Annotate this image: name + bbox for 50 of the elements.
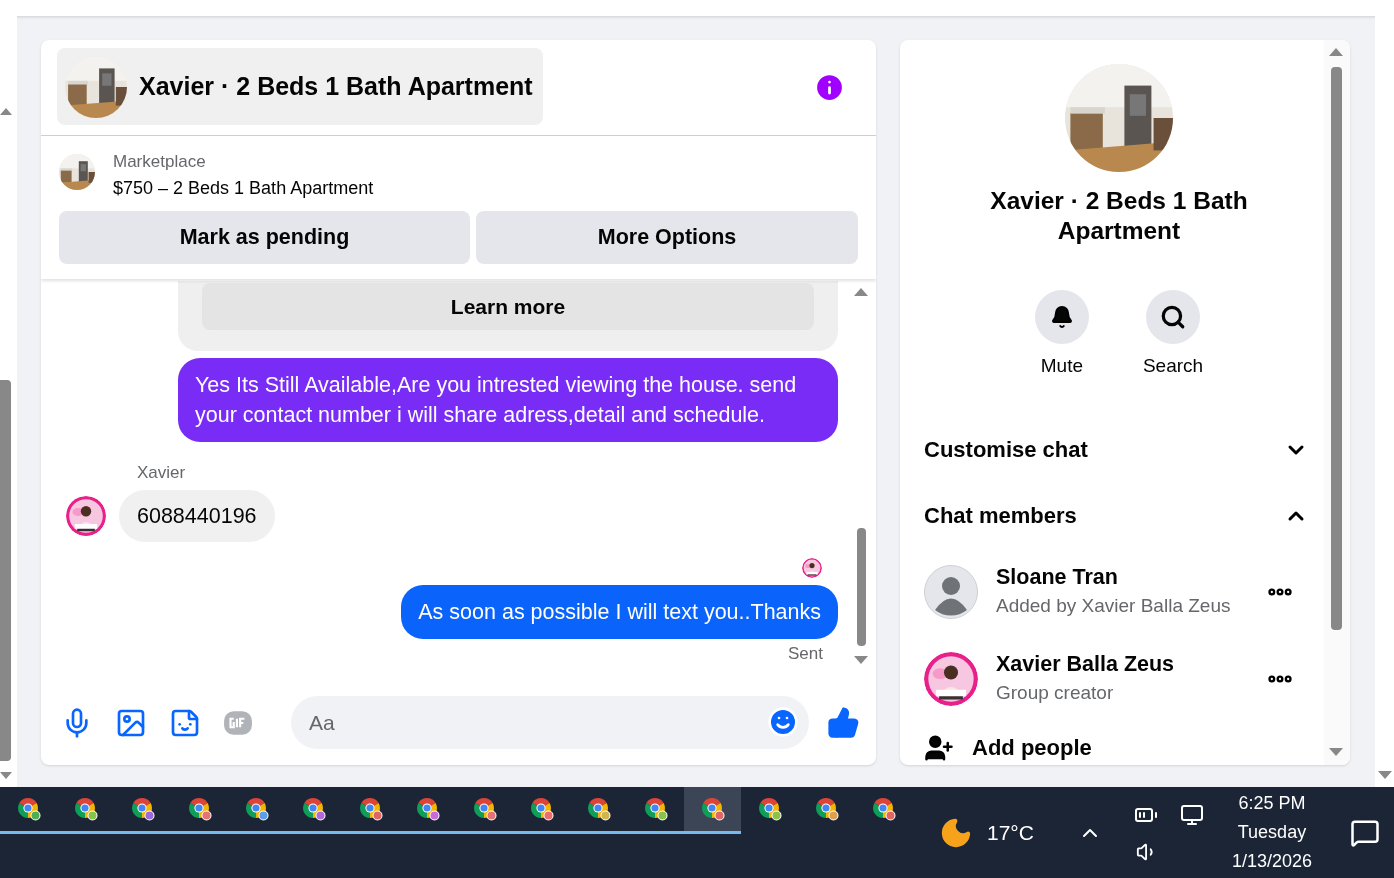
browser-icon [471, 796, 498, 822]
browser-icon [300, 796, 327, 822]
bell-icon [1049, 305, 1074, 329]
sender-name: Xavier [137, 462, 187, 484]
emoji-icon[interactable] [767, 706, 799, 738]
scrollbar[interactable] [1324, 40, 1350, 765]
browser-icon [15, 796, 42, 822]
browser-icon [357, 796, 384, 822]
message-bubble: Yes Its Still Available,Are you intrested viewing the house. send your contact number i will share adress,detail and schedule. [178, 358, 838, 442]
learn-more-button[interactable]: Learn more [202, 283, 814, 330]
clock[interactable]: 6:25 PM Tuesday 1/13/2026 [1231, 789, 1312, 876]
message-bubble: As soon as possible I will text you..Thanks [401, 584, 838, 639]
listing-source: Marketplace [113, 151, 207, 173]
browser-icon [756, 796, 783, 822]
search-icon [1160, 304, 1186, 330]
section-header[interactable]: Customise chat [924, 416, 1314, 483]
action-button[interactable]: More Options [476, 211, 858, 264]
member-role: Group creator [996, 681, 1115, 705]
browser-icon [243, 796, 270, 822]
message-input[interactable]: Aa [291, 696, 809, 749]
member-role: Added by Xavier Balla Zeus [996, 594, 1232, 618]
member-name: Xavier Balla Zeus [996, 651, 1176, 678]
section-header[interactable]: Chat members [924, 482, 1314, 549]
browser-icon [72, 796, 99, 822]
message-bubble: 6088440196 [119, 489, 275, 542]
temperature[interactable]: 17°C [987, 816, 1034, 849]
add-people-button[interactable]: Add people [924, 722, 1314, 765]
browser-icon [642, 796, 669, 822]
action-button[interactable]: Mark as pending [59, 211, 470, 264]
member-row[interactable]: Xavier Balla Zeus Group creator [924, 635, 1314, 723]
listing-title[interactable]: $750 – 2 Beds 1 Bath Apartment [113, 173, 374, 203]
avatar-icon [924, 565, 978, 619]
chat-title-button[interactable]: Xavier · 2 Beds 1 Bath Apartment [57, 48, 543, 125]
browser-icon [813, 796, 840, 822]
browser-icon [585, 796, 612, 822]
browser-icon [129, 796, 156, 822]
browser-icon [870, 796, 897, 822]
scrollbar[interactable] [1375, 16, 1394, 787]
like-icon[interactable] [827, 706, 860, 739]
taskbar-app[interactable] [684, 787, 741, 834]
browser-icon [699, 796, 726, 822]
network-icon[interactable] [1179, 802, 1204, 827]
browser-icon [414, 796, 441, 822]
browser-icon [186, 796, 213, 822]
scrollbar[interactable] [0, 16, 17, 787]
member-name: Sloane Tran [996, 564, 1119, 591]
message-status: Sent [788, 642, 823, 665]
member-row[interactable]: Sloane Tran Added by Xavier Balla Zeus [924, 548, 1314, 636]
conversation-title: Xavier · 2 Beds 1 Bath Apartment [989, 186, 1249, 246]
browser-icon [528, 796, 555, 822]
